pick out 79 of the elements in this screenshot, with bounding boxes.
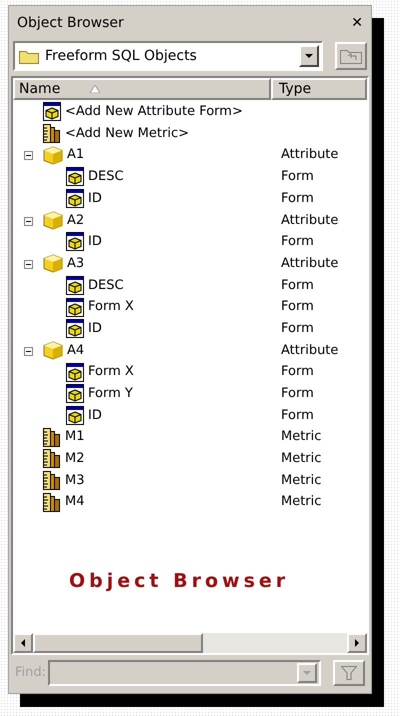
collapse-toggle[interactable] [24,346,33,356]
item-name[interactable]: A2 [67,210,84,230]
item-name[interactable]: ID [88,188,102,208]
cube-icon [43,340,63,360]
form-icon [66,319,84,338]
collapse-toggle[interactable] [24,151,33,160]
item-name[interactable]: M1 [65,427,84,447]
scroll-right-button[interactable] [347,633,367,653]
item-type: Metric [281,472,322,490]
column-header[interactable]: Name [13,78,271,100]
cube-icon [43,210,63,230]
item-type: Form [281,190,314,208]
item-type: Form [281,168,314,186]
ruler-icon [43,124,61,144]
item-name[interactable]: <Add New Metric> [65,124,189,144]
item-type: Form [281,276,314,295]
form-icon [66,362,84,382]
item-name[interactable]: Form X [88,362,134,382]
cube-icon [43,254,63,274]
item-type: Form [281,406,314,425]
folder-dropdown[interactable]: Freeform SQL Objects [13,41,323,71]
item-type: Form [281,320,314,338]
item-name[interactable]: Form X [88,297,134,317]
form-icon [66,298,84,317]
item-name[interactable]: <Add New Attribute Form> [65,102,243,122]
item-type: Attribute [281,254,338,273]
right-arrow-icon [355,639,359,647]
item-name[interactable]: ID [88,232,102,252]
item-type: Metric [281,428,322,446]
item-type: Metric [281,493,322,512]
item-type: Attribute [281,342,338,360]
item-name[interactable]: A1 [67,145,84,165]
item-type: Form [281,298,314,316]
form-icon [66,189,84,208]
find-field[interactable] [48,660,321,686]
up-folder-icon [340,48,362,64]
item-type: Form [281,385,314,404]
form-icon [66,167,84,186]
form-icon [66,276,84,295]
caret-icon [303,671,311,675]
item-name[interactable]: ID [88,406,102,426]
item-type: Form [281,233,314,252]
form-icon [43,102,61,122]
ruler-icon [43,492,61,512]
dropdown-arrow-button[interactable] [299,45,319,67]
up-folder-button[interactable] [335,42,367,70]
filter-button[interactable] [333,660,365,686]
window-title: Object Browser [17,14,124,32]
item-name[interactable]: DESC [88,276,124,296]
item-name[interactable]: M4 [65,492,84,512]
collapse-toggle[interactable] [24,216,33,226]
scroll-left-button[interactable] [13,633,33,653]
close-button[interactable]: ✕ [351,16,363,30]
caption: Object Browser [68,569,290,594]
form-icon [66,384,84,404]
form-icon [66,232,84,252]
item-name[interactable]: DESC [88,167,124,187]
ruler-icon [43,471,61,490]
form-icon [66,406,84,425]
ruler-icon [43,428,61,447]
collapse-toggle[interactable] [24,260,33,269]
caret-icon [305,54,313,58]
item-name[interactable]: M3 [65,470,84,490]
item-type: Attribute [281,146,338,164]
ruler-icon [43,449,61,468]
folder-icon [19,48,39,64]
filter-icon [341,666,357,680]
left-arrow-icon [21,639,25,647]
item-name[interactable]: ID [88,318,102,338]
item-type: Metric [281,450,322,468]
scroll-thumb[interactable] [33,633,203,653]
item-name[interactable]: M2 [65,449,84,469]
item-type: Attribute [281,212,338,230]
item-name[interactable]: Form Y [88,384,133,404]
item-type: Form [281,363,314,382]
item-name[interactable]: A4 [67,340,84,360]
column-header[interactable]: Type [271,78,367,100]
item-name[interactable]: A3 [67,254,84,274]
cube-icon [43,146,63,165]
